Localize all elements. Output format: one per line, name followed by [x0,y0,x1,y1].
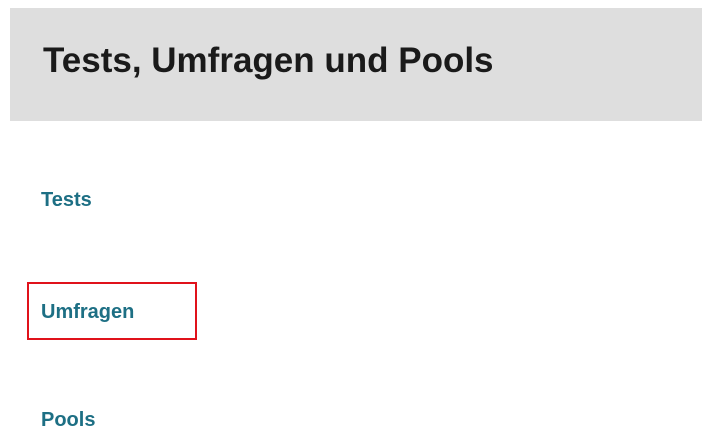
umfragen-link[interactable]: Umfragen [41,300,134,324]
tests-link[interactable]: Tests [41,188,92,212]
pools-link[interactable]: Pools [41,408,95,432]
content-nav: Tests Umfragen Pools [0,0,702,432]
page: Tests, Umfragen und Pools Tests Umfragen… [0,0,702,432]
